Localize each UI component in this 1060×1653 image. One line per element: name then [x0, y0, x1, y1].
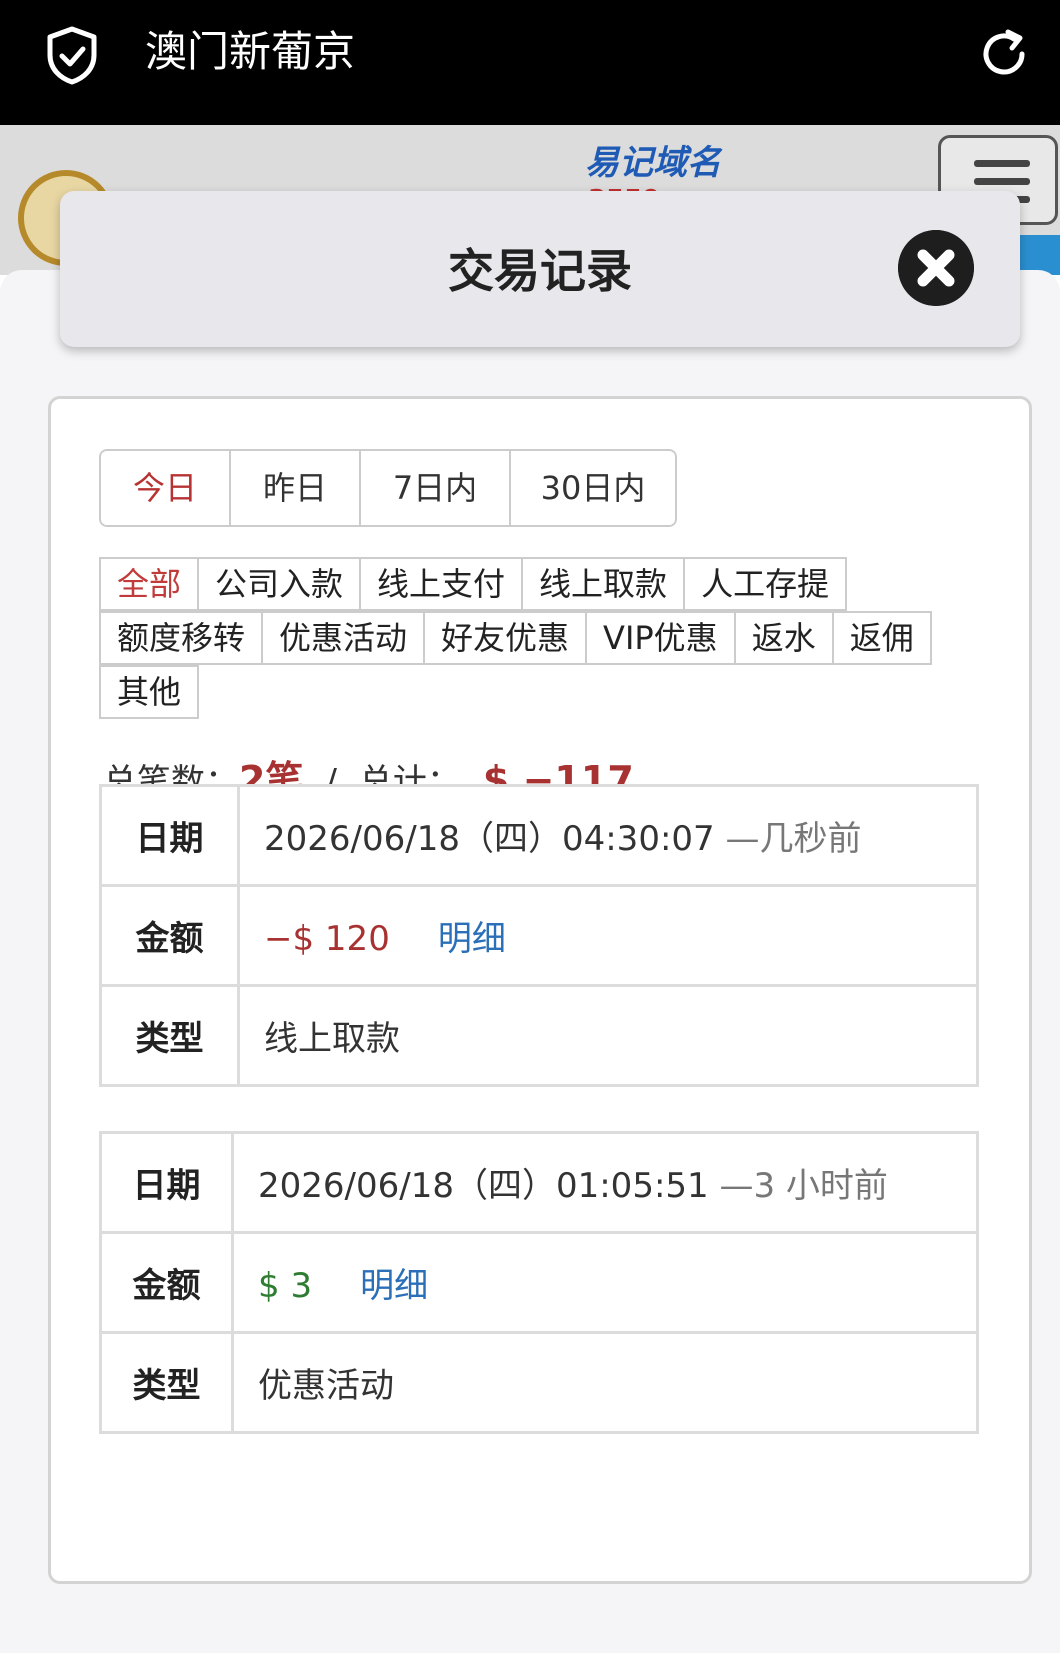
- table-row: 金额 −$ 120 明细: [99, 884, 979, 987]
- date-cell: 2026/06/18（四）01:05:51 —3 小时前: [231, 1131, 979, 1234]
- table-row: 日期 2026/06/18（四）01:05:51 —3 小时前: [99, 1131, 979, 1234]
- modal-header: 交易记录: [60, 191, 1020, 347]
- tab-today[interactable]: 今日: [101, 451, 231, 525]
- date-value: 2026/06/18（四）04:30:07: [264, 819, 715, 859]
- transaction-card: 今日 昨日 7日内 30日内 全部 公司入款 线上支付 线上取款 人工存提 额度…: [48, 396, 1032, 1584]
- record-table: 日期 2026/06/18（四）01:05:51 —3 小时前 金额 $ 3 明细…: [99, 1131, 979, 1434]
- type-label: 类型: [99, 1331, 234, 1434]
- type-filter-grid: 全部 公司入款 线上支付 线上取款 人工存提 额度移转 优惠活动 好友优惠 VI…: [99, 557, 979, 719]
- date-label: 日期: [99, 1131, 234, 1234]
- filter-vip-bonus[interactable]: VIP优惠: [585, 611, 736, 665]
- type-value: 优惠活动: [231, 1331, 979, 1434]
- domain-hint: 易记域名: [585, 143, 721, 183]
- browser-page-title: 澳门新葡京: [145, 27, 356, 76]
- filter-promotions[interactable]: 优惠活动: [261, 611, 426, 665]
- tab-30-days[interactable]: 30日内: [511, 451, 675, 525]
- shield-check-icon[interactable]: [44, 25, 100, 85]
- amount-value: −$ 120: [264, 919, 390, 959]
- modal-title: 交易记录: [448, 244, 632, 298]
- type-value: 线上取款: [237, 984, 979, 1087]
- close-circle-icon[interactable]: [898, 230, 974, 306]
- filter-manual-deposit-withdrawal[interactable]: 人工存提: [683, 557, 848, 611]
- relative-time: —几秒前: [725, 819, 862, 859]
- filter-friend-bonus[interactable]: 好友优惠: [423, 611, 588, 665]
- filter-online-withdrawal[interactable]: 线上取款: [521, 557, 686, 611]
- browser-top-bar: 澳门新葡京: [0, 0, 1060, 125]
- detail-link[interactable]: 明细: [360, 1266, 428, 1306]
- date-range-tabs: 今日 昨日 7日内 30日内: [99, 449, 677, 527]
- table-row: 金额 $ 3 明细: [99, 1231, 979, 1334]
- filter-company-deposit[interactable]: 公司入款: [197, 557, 362, 611]
- amount-label: 金额: [99, 884, 240, 987]
- amount-value: $ 3: [258, 1266, 313, 1306]
- amount-cell: −$ 120 明细: [237, 884, 979, 987]
- table-row: 类型 优惠活动: [99, 1331, 979, 1434]
- amount-label: 金额: [99, 1231, 234, 1334]
- amount-cell: $ 3 明细: [231, 1231, 979, 1334]
- filter-all[interactable]: 全部: [99, 557, 200, 611]
- filter-rebate[interactable]: 返水: [733, 611, 834, 665]
- date-label: 日期: [99, 784, 240, 887]
- relative-time: —3 小时前: [719, 1166, 888, 1206]
- refresh-icon[interactable]: [976, 26, 1032, 82]
- detail-link[interactable]: 明细: [438, 919, 506, 959]
- table-row: 日期 2026/06/18（四）04:30:07 —几秒前: [99, 784, 979, 887]
- filter-credit-transfer[interactable]: 额度移转: [99, 611, 264, 665]
- filter-online-payment[interactable]: 线上支付: [359, 557, 524, 611]
- tab-7-days[interactable]: 7日内: [361, 451, 511, 525]
- filter-other[interactable]: 其他: [99, 665, 200, 719]
- date-cell: 2026/06/18（四）04:30:07 —几秒前: [237, 784, 979, 887]
- type-label: 类型: [99, 984, 240, 1087]
- table-row: 类型 线上取款: [99, 984, 979, 1087]
- date-value: 2026/06/18（四）01:05:51: [258, 1166, 709, 1206]
- filter-commission[interactable]: 返佣: [831, 611, 932, 665]
- record-table: 日期 2026/06/18（四）04:30:07 —几秒前 金额 −$ 120 明…: [99, 784, 979, 1087]
- tab-yesterday[interactable]: 昨日: [231, 451, 361, 525]
